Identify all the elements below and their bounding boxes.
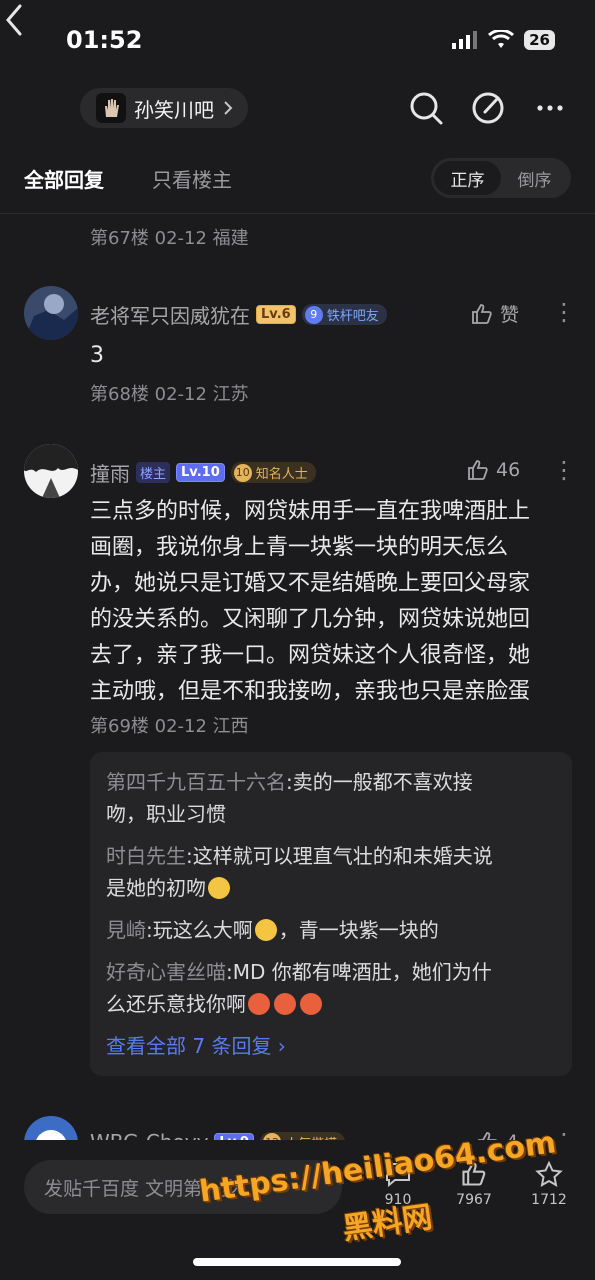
sub-reply-box: 第四千九百五十六名:卖的一般都不喜欢接 吻，职业习惯 时白先生:这样就可以理直气… — [90, 752, 572, 1076]
post-more-button[interactable]: ⋮ — [552, 298, 576, 326]
sub-reply-author[interactable]: 見崎 — [106, 918, 146, 942]
more-icon — [537, 105, 563, 111]
forum-entry[interactable]: 孙笑川吧 — [80, 88, 248, 128]
user-avatar-image — [24, 286, 78, 340]
edit-icon — [472, 92, 504, 124]
content-line: 的没关系的。又闲聊了几分钟，网贷妹说她回 — [90, 607, 531, 632]
sub-reply-text: ，青一块紫一块的 — [278, 918, 439, 942]
username[interactable]: 老将军只因威犹在 — [90, 300, 250, 329]
chevron-right-icon — [224, 101, 233, 115]
sub-reply-text: MD 你都有啤酒肚，她们为什 — [232, 960, 492, 984]
chevron-left-icon — [6, 4, 22, 36]
wifi-icon — [488, 30, 515, 48]
avatar[interactable] — [24, 444, 78, 498]
shocked-emoji-icon — [208, 877, 230, 899]
favorite-button[interactable]: 1712 — [519, 1160, 579, 1208]
like-total-count: 7967 — [456, 1192, 492, 1208]
forum-name: 孙笑川吧 — [134, 97, 214, 122]
content-line: 去了，亲了我一口。网贷妹这个人很奇怪，她 — [90, 643, 531, 668]
honor-badge: 10 知名人士 — [230, 462, 316, 483]
search-icon — [410, 92, 443, 125]
avatar[interactable] — [24, 286, 78, 340]
hand-icon — [105, 99, 119, 117]
content-line: 画圈，我说你身上青一块紫一块的明天怎么 — [90, 535, 509, 560]
post-meta: 第67楼 02-12 福建 — [90, 228, 249, 249]
edit-button[interactable] — [468, 88, 508, 128]
post-meta: 第69楼 02-12 江西 — [90, 716, 249, 737]
sub-reply[interactable]: 时白先生:这样就可以理直气壮的和未婚夫说 是她的初吻 — [106, 840, 556, 904]
like-button[interactable]: 赞 — [470, 300, 519, 327]
angry-emoji-icon — [274, 993, 296, 1015]
grimace-emoji-icon — [254, 919, 277, 941]
angry-emoji-icon — [248, 993, 270, 1015]
sub-reply-text: 这样就可以理直气壮的和未婚夫说 — [192, 844, 493, 868]
sub-reply-text: 么还乐意找你啊 — [106, 992, 246, 1016]
battery-indicator: 26 — [524, 30, 555, 50]
back-button[interactable] — [0, 0, 30, 44]
sub-reply-author[interactable]: 好奇心害丝喵 — [106, 960, 226, 984]
sub-reply-colon: : — [186, 844, 193, 868]
sub-reply-text: 是她的初吻 — [106, 876, 206, 900]
cellular-signal-icon — [452, 31, 478, 49]
honor-title: 铁杆吧友 — [326, 309, 379, 324]
sub-reply-text: 卖的一般都不喜欢接 — [292, 770, 473, 794]
sub-reply[interactable]: 見崎:玩这么大啊 ，青一块紫一块的 — [106, 914, 556, 946]
sub-reply-author[interactable]: 时白先生 — [106, 844, 186, 868]
owner-badge: 楼主 — [136, 462, 171, 483]
like-label: 赞 — [500, 304, 520, 326]
post-content: 三点多的时候，网贷妹用手一直在我啤酒肚上 画圈，我说你身上青一块紫一块的明天怎么… — [90, 494, 578, 710]
view-all-replies-link[interactable]: 查看全部 7 条回复 › — [106, 1030, 556, 1059]
honor-level: 10 — [233, 463, 252, 482]
favorite-count: 1712 — [531, 1192, 567, 1208]
level-badge: Lv.6 — [256, 305, 296, 324]
post-content: 3 — [90, 343, 104, 368]
content-line: 三点多的时候，网贷妹用手一直在我啤酒肚上 — [90, 499, 531, 524]
home-indicator[interactable] — [193, 1258, 401, 1266]
sub-reply-author[interactable]: 第四千九百五十六名 — [106, 770, 286, 794]
content-line: 主动哦，但是不和我接吻，亲我也只是亲脸蛋 — [90, 679, 531, 704]
content-line: 办，她说只是订婚又不是结婚晚上要回父母家 — [90, 571, 531, 596]
sub-reply[interactable]: 好奇心害丝喵:MD 你都有啤酒肚，她们为什 么还乐意找你啊 — [106, 956, 556, 1020]
username[interactable]: 撞雨 — [90, 458, 130, 487]
post-author-row: 撞雨 楼主 Lv.10 10 知名人士 — [90, 458, 316, 487]
honor-badge: 9 铁杆吧友 — [301, 304, 387, 325]
like-button[interactable]: 46 — [466, 458, 520, 482]
order-desc-option[interactable]: 倒序 — [501, 161, 568, 195]
more-button[interactable] — [530, 88, 570, 128]
forum-avatar — [96, 93, 126, 123]
post-meta: 第68楼 02-12 江苏 — [90, 384, 249, 405]
honor-level: 9 — [304, 305, 323, 324]
search-button[interactable] — [406, 88, 446, 128]
tab-only-owner[interactable]: 只看楼主 — [152, 164, 232, 193]
star-icon — [535, 1160, 563, 1187]
order-asc-option[interactable]: 正序 — [434, 161, 501, 195]
sub-reply-colon: : — [226, 960, 233, 984]
sub-reply[interactable]: 第四千九百五十六名:卖的一般都不喜欢接 吻，职业习惯 — [106, 766, 556, 830]
like-count: 46 — [496, 459, 521, 481]
sub-reply-colon: : — [286, 770, 293, 794]
post-author-row: 老将军只因威犹在 Lv.6 9 铁杆吧友 — [90, 300, 387, 329]
sub-reply-text: 吻，职业习惯 — [106, 802, 226, 826]
sub-reply-colon: : — [146, 918, 153, 942]
status-icons: 26 — [452, 30, 555, 50]
thumbs-up-icon — [472, 303, 492, 324]
angry-emoji-icon — [300, 993, 322, 1015]
sub-reply-text: 玩这么大啊 — [152, 918, 253, 942]
user-avatar-image — [24, 444, 78, 498]
post-more-button[interactable]: ⋮ — [552, 456, 576, 484]
honor-title: 知名人士 — [255, 467, 308, 482]
reply-filter-bar: 全部回复 只看楼主 正序 倒序 — [0, 158, 595, 214]
order-toggle: 正序 倒序 — [431, 158, 571, 198]
level-badge: Lv.10 — [176, 463, 225, 482]
thumbs-up-icon — [468, 460, 488, 480]
status-time: 01:52 — [66, 26, 143, 54]
tab-all-replies[interactable]: 全部回复 — [24, 164, 104, 193]
